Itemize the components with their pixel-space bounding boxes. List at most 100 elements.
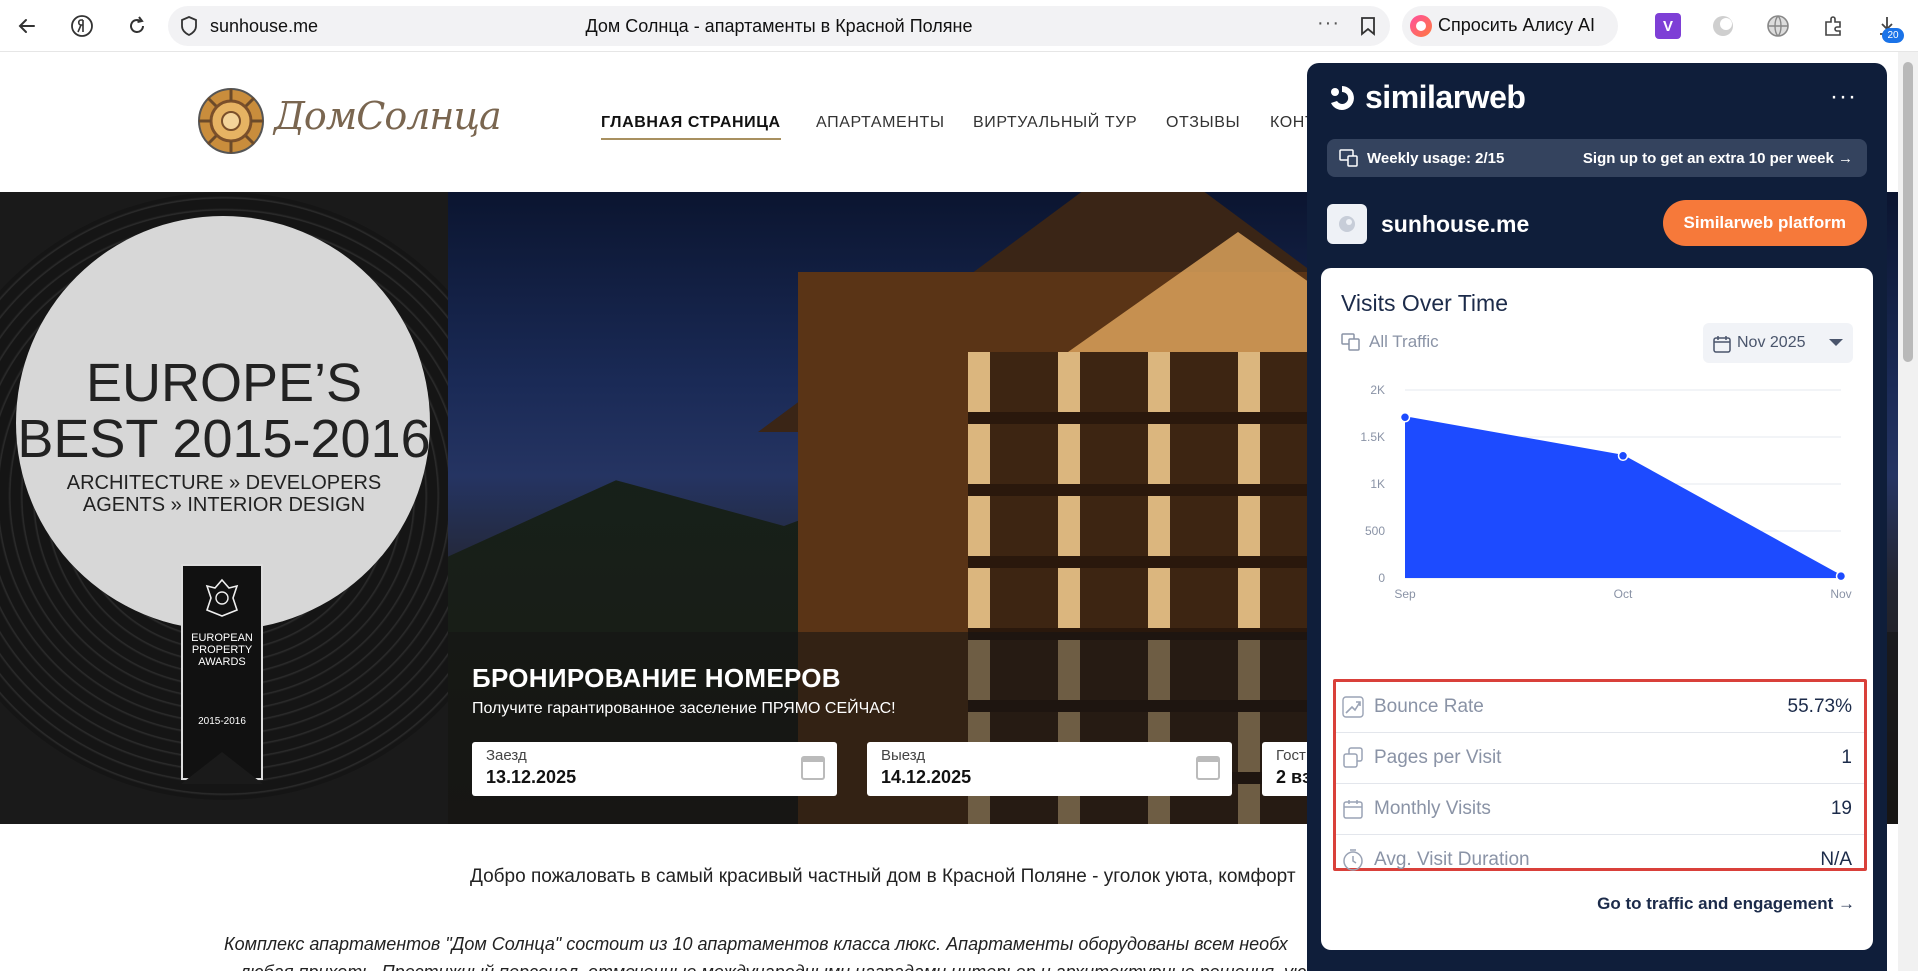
metric-label: Avg. Visit Duration	[1374, 849, 1530, 870]
similarweb-icon	[1331, 85, 1354, 110]
month-dropdown[interactable]: Nov 2025	[1703, 323, 1853, 363]
usage-cta-text[interactable]: Sign up to get an extra 10 per week	[1583, 150, 1834, 167]
nav-home[interactable]: ГЛАВНАЯ СТРАНИЦА	[601, 114, 781, 140]
similarweb-logo: similarweb	[1327, 79, 1526, 116]
guests-label: Гост	[1276, 747, 1306, 764]
x-tick-label: Nov	[1830, 587, 1851, 601]
metric-row: Pages per Visit 1	[1336, 733, 1864, 784]
y-tick-label: 2K	[1370, 383, 1385, 397]
visits-chart: 0 500 1K 1.5K 2K Sep Oct Nov	[1360, 383, 1851, 601]
calendar-icon[interactable]	[1196, 756, 1220, 780]
page-title: Дом Солнца - апартаменты в Красной Полян…	[585, 16, 973, 36]
data-point	[1399, 412, 1411, 423]
globe-icon[interactable]	[1765, 13, 1791, 39]
month-value: Nov 2025	[1737, 334, 1806, 351]
checkout-label: Выезд	[881, 747, 926, 764]
yandex-icon[interactable]	[65, 9, 99, 43]
data-point	[1835, 570, 1847, 582]
visits-title: Visits Over Time	[1341, 290, 1508, 316]
alice-button[interactable]: Спросить Алису AI	[1402, 6, 1618, 46]
calendar-icon	[1342, 798, 1364, 825]
award-ribbon: EUROPEAN PROPERTY AWARDS 2015-2016	[181, 564, 263, 780]
award-line-2: BEST 2015-2016	[17, 409, 431, 469]
award-line-4: AGENTS » INTERIOR DESIGN	[82, 494, 366, 516]
checkin-field[interactable]: Заезд 13.12.2025	[472, 742, 837, 796]
scrollbar-thumb[interactable]	[1903, 62, 1913, 362]
more-icon[interactable]: ···	[1317, 12, 1340, 35]
y-tick-label: 1.5K	[1360, 430, 1385, 444]
booking-title: БРОНИРОВАНИЕ НОМЕРОВ	[472, 663, 841, 693]
usage-banner[interactable]: Weekly usage: 2/15 Sign up to get an ext…	[1327, 139, 1867, 177]
ribbon-year: 2015-2016	[198, 716, 246, 727]
alice-icon	[1410, 15, 1432, 37]
award-line-1: EUROPE’S	[85, 353, 363, 413]
series-area	[1405, 417, 1841, 578]
y-tick-label: 500	[1365, 524, 1385, 538]
site-header: sunhouse.me	[1327, 204, 1529, 244]
x-tick-label: Sep	[1394, 587, 1416, 601]
usage-cta[interactable]: Sign up to get an extra 10 per week →	[1583, 150, 1853, 167]
metric-row: Bounce Rate 55.73%	[1336, 682, 1864, 733]
checkout-field[interactable]: Выезд 14.12.2025	[867, 742, 1232, 796]
traffic-filter[interactable]: All Traffic	[1341, 332, 1439, 352]
alice-label: Спросить Алису AI	[1438, 15, 1596, 35]
checkin-label: Заезд	[486, 747, 527, 764]
metric-value: 1	[1841, 747, 1852, 768]
metric-label: Bounce Rate	[1374, 696, 1484, 717]
calendar-icon[interactable]	[801, 756, 825, 780]
traffic-engagement-text[interactable]: Go to traffic and engagement	[1597, 894, 1833, 913]
traffic-label: All Traffic	[1369, 332, 1439, 351]
extensions-icon[interactable]	[1820, 13, 1846, 39]
pages-icon	[1342, 747, 1364, 774]
calendar-icon	[1713, 335, 1731, 358]
metric-row: Avg. Visit Duration N/A	[1336, 835, 1864, 886]
globe-icon	[1339, 216, 1355, 232]
reload-icon[interactable]	[120, 9, 154, 43]
award-banner: EUROPE’S BEST 2015-2016 ARCHITECTURE » D…	[0, 192, 448, 824]
more-menu-icon[interactable]: ···	[1830, 83, 1857, 111]
chevron-down-icon	[1829, 339, 1843, 346]
bookmark-icon[interactable]	[1360, 16, 1376, 41]
site-favicon	[1327, 204, 1367, 244]
nav-reviews[interactable]: ОТЗЫВЫ	[1166, 114, 1240, 132]
crest-icon	[205, 578, 239, 617]
page-scrollbar[interactable]	[1898, 52, 1918, 971]
downloads-badge: 20	[1882, 28, 1904, 43]
nav-virtual-tour[interactable]: ВИРТУАЛЬНЫЙ ТУР	[973, 114, 1137, 132]
sun-logo-icon	[198, 88, 264, 154]
traffic-icon	[1341, 333, 1360, 351]
site-logo[interactable]: ДомСолнца	[196, 86, 502, 156]
y-tick-label: 0	[1378, 571, 1385, 585]
y-tick-label: 1K	[1370, 477, 1385, 491]
logo-text: ДомСолнца	[274, 94, 502, 138]
guests-value[interactable]: 2 вз	[1276, 767, 1311, 788]
site-domain: sunhouse.me	[1381, 210, 1530, 237]
nav-apartments[interactable]: АПАРТАМЕНТЫ	[816, 114, 945, 132]
metric-label: Monthly Visits	[1374, 798, 1491, 819]
award-line-3: ARCHITECTURE » DEVELOPERS	[66, 472, 382, 494]
similarweb-platform-button[interactable]: Similarweb platform	[1662, 200, 1867, 246]
checkin-value[interactable]: 13.12.2025	[486, 767, 576, 788]
booking-subtitle: Получите гарантированное заселение ПРЯМО…	[472, 700, 896, 717]
extension-v-icon[interactable]: V	[1655, 13, 1681, 39]
similarweb-brand: similarweb	[1365, 79, 1526, 115]
visits-card: Visits Over Time All Traffic Nov 2025 0 5…	[1321, 268, 1873, 950]
usage-icon	[1339, 149, 1359, 171]
usage-label: Weekly usage: 2/15	[1367, 150, 1505, 167]
description-line-1: Комплекс апартаментов "Дом Солнца" состо…	[224, 934, 1288, 954]
x-tick-label: Oct	[1614, 587, 1633, 601]
metrics-table: Bounce Rate 55.73% Pages per Visit 1 Mon…	[1333, 679, 1867, 871]
metric-value: 19	[1830, 798, 1852, 819]
arrow-right-icon: →	[1838, 894, 1855, 913]
clock-icon	[1342, 849, 1364, 876]
arrow-right-icon: →	[1838, 150, 1853, 167]
checkout-value[interactable]: 14.12.2025	[881, 767, 971, 788]
extension-circle-icon[interactable]	[1710, 13, 1736, 39]
trend-icon	[1342, 696, 1364, 723]
traffic-engagement-link[interactable]: Go to traffic and engagement →	[1597, 894, 1855, 914]
metric-value: 55.73%	[1787, 696, 1852, 717]
similarweb-panel: similarweb ··· Weekly usage: 2/15 Sign u…	[1307, 63, 1887, 971]
back-icon[interactable]	[10, 9, 44, 43]
address-bar[interactable]: sunhouse.me Дом Солнца - апартаменты в К…	[168, 6, 1390, 46]
metric-row: Monthly Visits 19	[1336, 784, 1864, 835]
